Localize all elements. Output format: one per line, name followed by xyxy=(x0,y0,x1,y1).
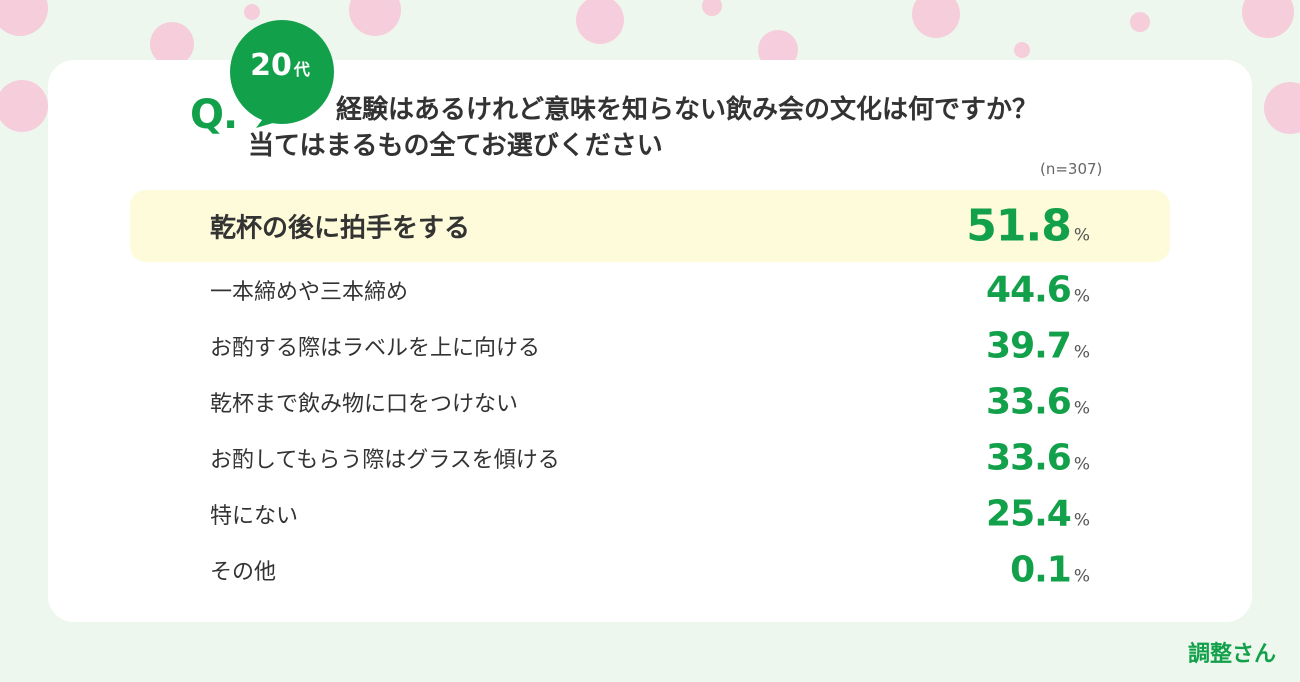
value-number: 51.8 xyxy=(966,200,1072,252)
question-line-1: 経験はあるけれど意味を知らない飲み会の文化は何ですか？ xyxy=(336,95,1039,125)
row-label: お酌してもらう際はグラスを傾ける xyxy=(210,448,560,473)
row-label: 一本締めや三本締め xyxy=(210,280,409,305)
table-row: 特にない 25.4% xyxy=(130,486,1170,542)
question-mark-label: Q. xyxy=(190,92,238,138)
age-badge: 20 代 xyxy=(228,48,332,83)
row-label: お酌する際はラベルを上に向ける xyxy=(210,336,541,361)
value-number: 0.1 xyxy=(1010,549,1072,591)
percent-unit: % xyxy=(1073,225,1090,246)
value-number: 39.7 xyxy=(986,325,1072,367)
table-row: お酌する際はラベルを上に向ける 39.7% xyxy=(130,318,1170,374)
question-line-2: 当てはまるもの全てお選びください xyxy=(248,131,663,161)
value-number: 44.6 xyxy=(986,269,1072,311)
row-label: 乾杯の後に拍手をする xyxy=(210,213,471,244)
percent-unit: % xyxy=(1073,510,1090,531)
table-row: 乾杯まで飲み物に口をつけない 33.6% xyxy=(130,374,1170,430)
row-label: その他 xyxy=(210,560,277,585)
percent-unit: % xyxy=(1073,566,1090,587)
row-label: 乾杯まで飲み物に口をつけない xyxy=(210,392,519,417)
percent-unit: % xyxy=(1073,454,1090,475)
row-value: 0.1% xyxy=(1010,550,1090,591)
table-row: お酌してもらう際はグラスを傾ける 33.6% xyxy=(130,430,1170,486)
table-row: 一本締めや三本締め 44.6% xyxy=(130,262,1170,318)
table-row: 乾杯の後に拍手をする 51.8% xyxy=(130,190,1170,262)
percent-unit: % xyxy=(1073,286,1090,307)
value-number: 33.6 xyxy=(986,381,1072,423)
age-suffix: 代 xyxy=(293,60,310,79)
percent-unit: % xyxy=(1073,342,1090,363)
value-number: 33.6 xyxy=(986,437,1072,479)
row-value: 51.8% xyxy=(966,201,1090,252)
row-label: 特にない xyxy=(210,504,299,529)
sample-size: (n=307) xyxy=(1040,160,1103,178)
table-row: その他 0.1% xyxy=(130,542,1170,598)
percent-unit: % xyxy=(1073,398,1090,419)
brand-logo: 調整さん xyxy=(1187,642,1276,667)
row-value: 39.7% xyxy=(986,326,1090,367)
row-value: 33.6% xyxy=(986,438,1090,479)
age-number: 20 xyxy=(250,48,292,83)
value-number: 25.4 xyxy=(986,493,1072,535)
row-value: 33.6% xyxy=(986,382,1090,423)
question-text: 経験はあるけれど意味を知らない飲み会の文化は何ですか？ 当てはまるもの全てお選び… xyxy=(248,92,1148,164)
row-value: 25.4% xyxy=(986,494,1090,535)
row-value: 44.6% xyxy=(986,270,1090,311)
